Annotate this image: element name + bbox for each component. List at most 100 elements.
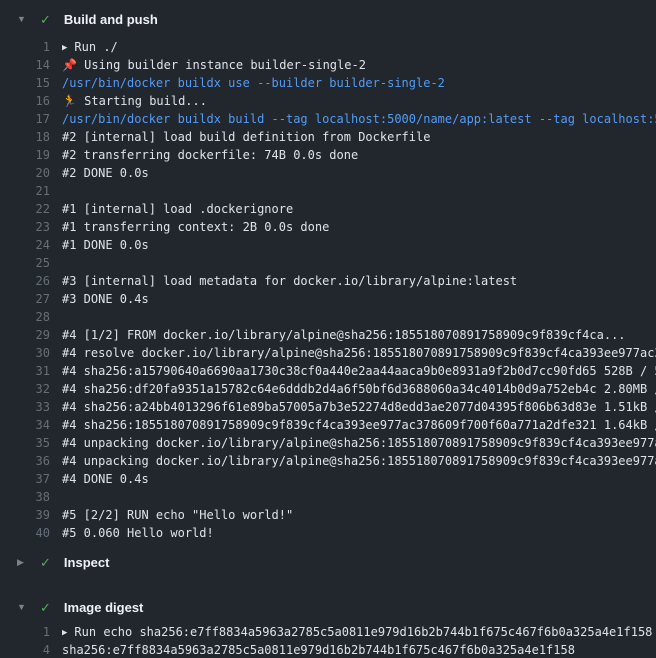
log-row: 20 #2 DONE 0.0s [0,164,656,182]
line-number[interactable]: 20 [0,164,50,182]
line-number[interactable]: 32 [0,380,50,398]
log-row: 32 #4 sha256:df20fa9351a15782c64e6dddb2d… [0,380,656,398]
check-icon: ✓ [40,601,51,614]
line-number[interactable]: 1 [0,623,50,641]
expand-run-triangle-icon[interactable]: ▶ [62,624,67,641]
log-line-text: #4 sha256:a15790640a6690aa1730c38cf0a440… [50,362,656,380]
line-number[interactable]: 30 [0,344,50,362]
section-title: Image digest [64,600,143,615]
log-line-text [50,182,656,200]
section-lines: 1 ▶ Run ./ 14 📌 Using builder instance bu… [0,38,656,542]
log-row: 17 /usr/bin/docker buildx build --tag lo… [0,110,656,128]
log-line-text: #2 transferring dockerfile: 74B 0.0s don… [50,146,656,164]
log-row: 24 #1 DONE 0.0s [0,236,656,254]
log-row: 16 🏃 Starting build... [0,92,656,110]
log-row: 37 #4 DONE 0.4s [0,470,656,488]
line-number[interactable]: 17 [0,110,50,128]
log-row: 15 /usr/bin/docker buildx use --builder … [0,74,656,92]
section-header-image-digest[interactable]: ▼ ✓ Image digest [0,593,656,621]
log-line-text: #4 unpacking docker.io/library/alpine@sh… [50,452,656,470]
log-line-text: #1 [internal] load .dockerignore [50,200,656,218]
log-row: 27 #3 DONE 0.4s [0,290,656,308]
log-line-text: #4 sha256:185518070891758909c9f839cf4ca3… [50,416,656,434]
chevron-right-icon[interactable]: ▶ [17,558,28,567]
log-line-text: #4 DONE 0.4s [50,470,656,488]
log-line-text: #3 DONE 0.4s [50,290,656,308]
log-row: 1 ▶ Run ./ [0,38,656,56]
log-line-text: #5 0.060 Hello world! [50,524,656,542]
log-line-text: sha256:e7ff8834a5963a2785c5a0811e979d16b… [50,641,656,658]
line-number[interactable]: 38 [0,488,50,506]
line-number[interactable]: 27 [0,290,50,308]
section-header-build-and-push[interactable]: ▼ ✓ Build and push [0,0,656,38]
log-line-text: #1 transferring context: 2B 0.0s done [50,218,656,236]
log-line-text: ▶Run echo sha256:e7ff8834a5963a2785c5a08… [50,623,656,641]
line-number[interactable]: 35 [0,434,50,452]
line-number[interactable]: 1 [0,38,50,56]
chevron-down-icon[interactable]: ▼ [17,603,28,612]
expand-run-triangle-icon[interactable]: ▶ [62,39,67,56]
log-line-text: #4 [1/2] FROM docker.io/library/alpine@s… [50,326,656,344]
log-line-text: /usr/bin/docker buildx use --builder bui… [50,74,656,92]
line-number[interactable]: 31 [0,362,50,380]
log-row: 31 #4 sha256:a15790640a6690aa1730c38cf0a… [0,362,656,380]
log-row: 14 📌 Using builder instance builder-sing… [0,56,656,74]
log-row: 33 #4 sha256:a24bb4013296f61e89ba57005a7… [0,398,656,416]
line-number[interactable]: 4 [0,641,50,658]
line-number[interactable]: 34 [0,416,50,434]
check-icon: ✓ [40,13,51,26]
line-number[interactable]: 39 [0,506,50,524]
log-row: 30 #4 resolve docker.io/library/alpine@s… [0,344,656,362]
section-title: Inspect [64,555,110,570]
line-number[interactable]: 37 [0,470,50,488]
log-line-text: /usr/bin/docker buildx build --tag local… [50,110,656,128]
log-line-text: #2 [internal] load build definition from… [50,128,656,146]
line-number[interactable]: 33 [0,398,50,416]
log-line-text: 🏃 Starting build... [50,92,656,110]
log-row: 40 #5 0.060 Hello world! [0,524,656,542]
line-number[interactable]: 26 [0,272,50,290]
line-number[interactable]: 36 [0,452,50,470]
line-number[interactable]: 23 [0,218,50,236]
line-number[interactable]: 21 [0,182,50,200]
section-lines: 1 ▶Run echo sha256:e7ff8834a5963a2785c5a… [0,621,656,658]
line-number[interactable]: 29 [0,326,50,344]
log-row: 38 [0,488,656,506]
line-number[interactable]: 18 [0,128,50,146]
line-number[interactable]: 28 [0,308,50,326]
log-row: 22 #1 [internal] load .dockerignore [0,200,656,218]
log-row: 26 #3 [internal] load metadata for docke… [0,272,656,290]
log-line-text [50,254,656,272]
log-section: ▶ ✓ Inspect [0,548,656,576]
log-line-text: #1 DONE 0.0s [50,236,656,254]
log-row: 18 #2 [internal] load build definition f… [0,128,656,146]
log-line-text: #4 unpacking docker.io/library/alpine@sh… [50,434,656,452]
log-section: ▼ ✓ Build and push 1 ▶ Run ./ 14 📌 Using … [0,0,656,542]
log-row: 21 [0,182,656,200]
log-row: 36 #4 unpacking docker.io/library/alpine… [0,452,656,470]
log-line-text: #3 [internal] load metadata for docker.i… [50,272,656,290]
section-title: Build and push [64,12,158,27]
line-number[interactable]: 24 [0,236,50,254]
log-row: 29 #4 [1/2] FROM docker.io/library/alpin… [0,326,656,344]
line-number[interactable]: 16 [0,92,50,110]
log-row: 1 ▶Run echo sha256:e7ff8834a5963a2785c5a… [0,623,656,641]
section-header-inspect[interactable]: ▶ ✓ Inspect [0,548,656,576]
log-row: 34 #4 sha256:185518070891758909c9f839cf4… [0,416,656,434]
line-number[interactable]: 14 [0,56,50,74]
line-number[interactable]: 25 [0,254,50,272]
log-line-text: #5 [2/2] RUN echo "Hello world!" [50,506,656,524]
log-row: 39 #5 [2/2] RUN echo "Hello world!" [0,506,656,524]
log-row: 4 sha256:e7ff8834a5963a2785c5a0811e979d1… [0,641,656,658]
log-row: 25 [0,254,656,272]
line-number[interactable]: 22 [0,200,50,218]
chevron-down-icon[interactable]: ▼ [17,15,28,24]
log-line-text: #4 resolve docker.io/library/alpine@sha2… [50,344,656,362]
line-number[interactable]: 19 [0,146,50,164]
log-line-text [50,488,656,506]
line-number[interactable]: 15 [0,74,50,92]
line-number[interactable]: 40 [0,524,50,542]
run-command-text: Run ./ [74,40,117,54]
log-row: 28 [0,308,656,326]
log-row: 35 #4 unpacking docker.io/library/alpine… [0,434,656,452]
